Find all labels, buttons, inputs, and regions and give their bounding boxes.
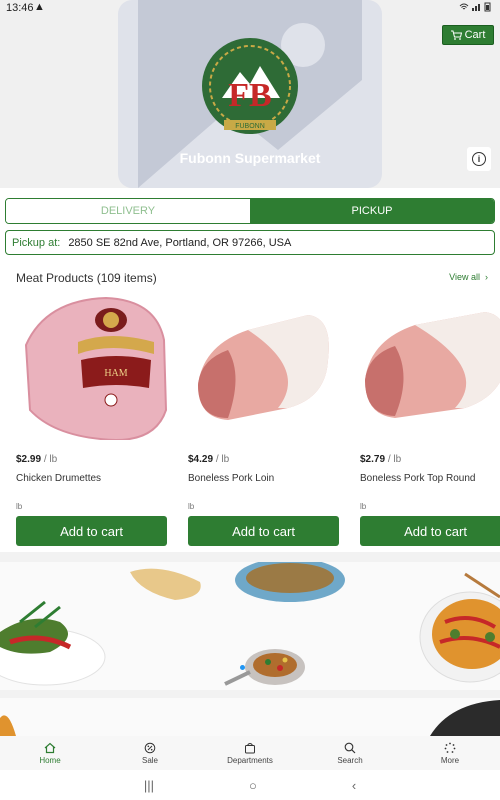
pickup-address-selector[interactable]: Pickup at: 2850 SE 82nd Ave, Portland, O… <box>5 230 495 255</box>
bag-icon <box>245 742 255 753</box>
store-logo: FB FUBONN <box>202 38 298 134</box>
nav-departments[interactable]: Departments <box>200 736 300 770</box>
status-bar: 13:46 ▲ <box>0 0 500 16</box>
fulfillment-toggle: DELIVERY PICKUP <box>5 198 495 224</box>
status-icons <box>458 2 494 14</box>
product-name: Boneless Pork Top Round <box>360 473 476 484</box>
view-all-link[interactable]: View all › <box>449 272 488 282</box>
secondary-banner-image <box>0 700 500 736</box>
cart-icon <box>450 30 462 40</box>
svg-text:FB: FB <box>228 77 271 114</box>
product-unit: lb <box>360 502 367 511</box>
svg-text:HAM: HAM <box>104 368 127 379</box>
nav-search[interactable]: Search <box>300 736 400 770</box>
more-icon <box>444 742 456 753</box>
status-time: 13:46 <box>6 2 34 14</box>
product-name: Boneless Pork Loin <box>188 473 275 484</box>
store-header: FB FUBONN Fubonn Supermarket Cart i <box>0 0 500 188</box>
product-image-ham: HAM <box>24 296 168 440</box>
chevron-right-icon: › <box>482 272 488 282</box>
product-image-pork-round <box>365 312 500 418</box>
info-button[interactable]: i <box>467 147 491 171</box>
nav-home[interactable]: Home <box>0 736 100 770</box>
cart-label: Cart <box>464 29 486 41</box>
warning-icon: ▲ <box>34 1 45 13</box>
store-name: Fubonn Supermarket <box>179 150 321 166</box>
add-to-cart-button[interactable]: Add to cart <box>16 516 167 546</box>
product-image-pork-loin <box>198 315 329 420</box>
home-icon <box>44 742 56 753</box>
promo-banner[interactable] <box>0 562 500 690</box>
search-icon <box>344 742 356 753</box>
secondary-banner[interactable] <box>0 698 500 736</box>
add-to-cart-button[interactable]: Add to cart <box>360 516 500 546</box>
add-to-cart-button[interactable]: Add to cart <box>188 516 339 546</box>
product-name: Chicken Drumettes <box>16 473 102 484</box>
svg-text:FUBONN: FUBONN <box>235 123 265 130</box>
product-unit: lb <box>188 502 195 511</box>
cart-button[interactable]: Cart <box>442 25 494 45</box>
pickup-address: 2850 SE 82nd Ave, Portland, OR 97266, US… <box>68 236 292 249</box>
info-icon: i <box>472 152 486 166</box>
pickup-tab[interactable]: PICKUP <box>250 199 494 223</box>
pickup-label: Pickup at: <box>12 236 61 249</box>
product-unit: lb <box>16 502 23 511</box>
back-button[interactable]: ‹ <box>352 778 356 793</box>
section-divider <box>0 552 500 562</box>
product-price: $2.79 / lb <box>360 454 402 465</box>
sale-icon <box>144 742 156 753</box>
nav-sale[interactable]: Sale <box>100 736 200 770</box>
section-title: Meat Products (109 items) <box>16 271 157 285</box>
bottom-navigation: Home Sale Departments Search More <box>0 736 500 770</box>
recents-button[interactable]: ||| <box>144 778 154 793</box>
product-price: $4.29 / lb <box>188 454 230 465</box>
delivery-tab[interactable]: DELIVERY <box>6 199 250 223</box>
section-divider <box>0 690 500 698</box>
food-banner-image <box>0 562 500 686</box>
carousel-indicator[interactable] <box>240 665 245 670</box>
system-navigation-bar: ||| ○ ‹ <box>0 770 500 800</box>
product-price: $2.99 / lb <box>16 454 58 465</box>
nav-more[interactable]: More <box>400 736 500 770</box>
home-button[interactable]: ○ <box>249 778 257 793</box>
